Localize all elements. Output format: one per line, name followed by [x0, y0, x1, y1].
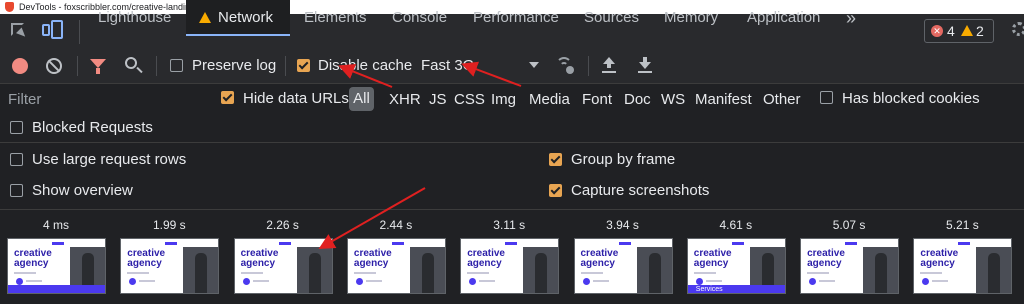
annotation-overlay: [318, 61, 522, 249]
annotation-arrow-screenshot: [318, 187, 426, 249]
annotation-arrow-disable-cache: [338, 64, 393, 88]
annotation-arrow-throttling: [461, 61, 522, 87]
